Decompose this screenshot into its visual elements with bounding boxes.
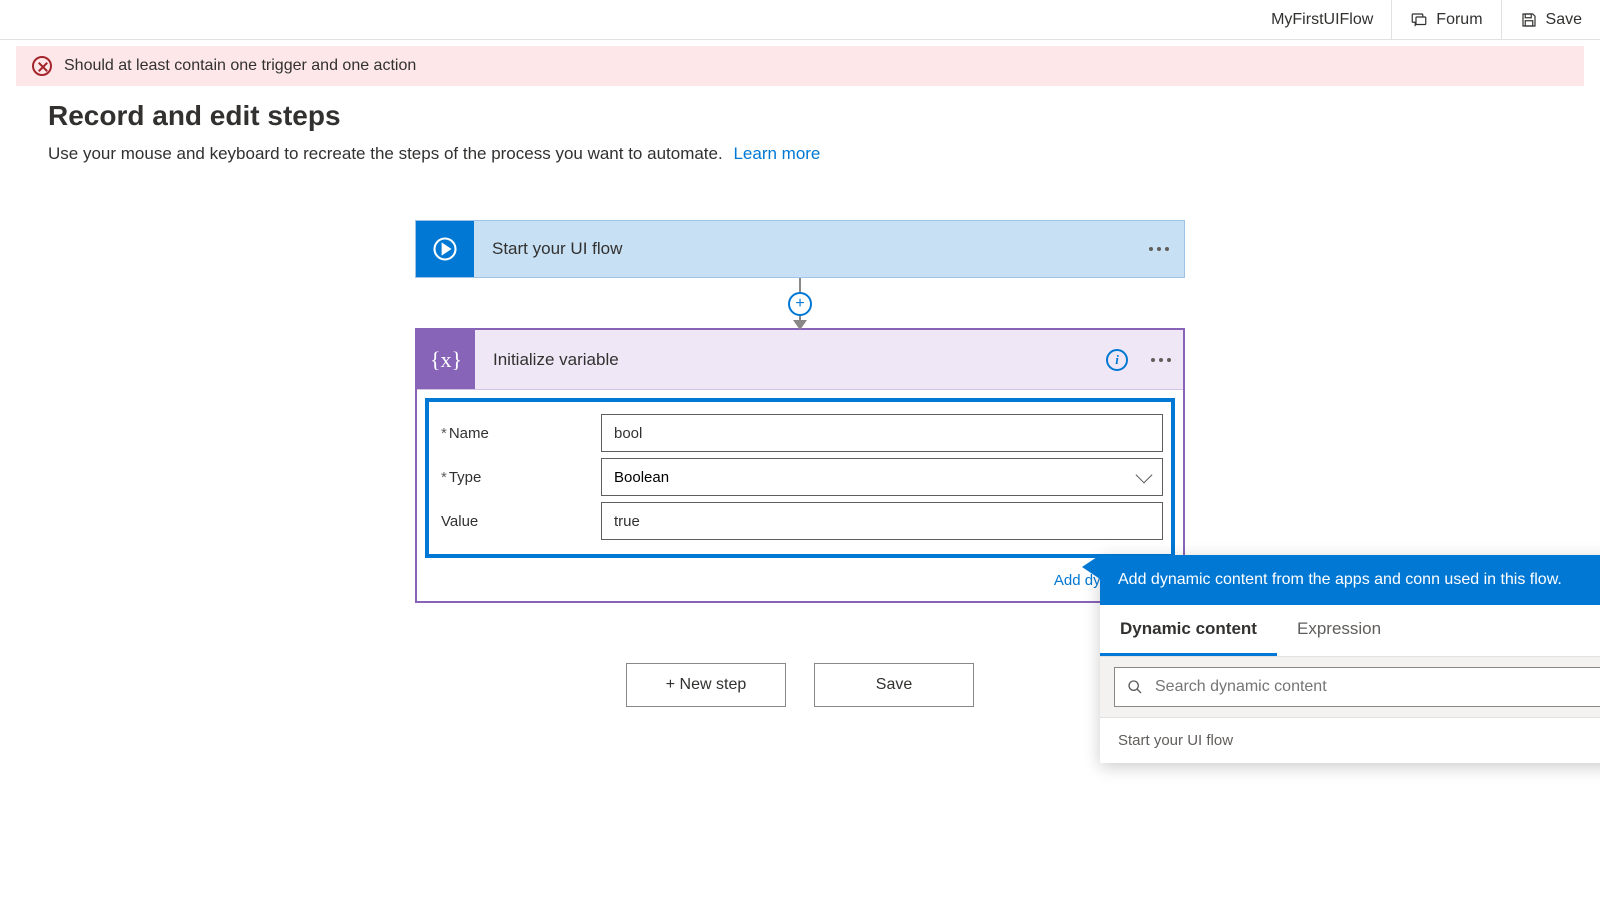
- search-icon: [1127, 679, 1143, 695]
- add-dynamic-content-row: Add dynamic con: [417, 566, 1183, 601]
- step-init-icon-box: {x}: [417, 330, 475, 389]
- info-icon: i: [1106, 349, 1128, 371]
- add-step-inline-button[interactable]: +: [788, 292, 812, 316]
- arrow-down-icon: [793, 320, 807, 330]
- more-icon: [1151, 358, 1171, 362]
- top-command-bar: MyFirstUIFlow Forum Save: [0, 0, 1600, 40]
- save-label: Save: [1546, 11, 1582, 29]
- flow-name-label[interactable]: MyFirstUIFlow: [1253, 0, 1391, 40]
- name-label: *Name: [437, 425, 587, 442]
- step-start-title: Start your UI flow: [474, 221, 1134, 277]
- validation-warning-banner: Should at least contain one trigger and …: [16, 46, 1584, 86]
- play-circle-icon: [431, 235, 459, 263]
- tab-dynamic-content[interactable]: Dynamic content: [1100, 605, 1277, 656]
- type-label: *Type: [437, 469, 587, 486]
- page-description-text: Use your mouse and keyboard to recreate …: [48, 144, 723, 163]
- step-initialize-variable: {x} Initialize variable i *Name *Type Bo…: [415, 328, 1185, 603]
- page-description: Use your mouse and keyboard to recreate …: [48, 144, 1552, 164]
- name-input[interactable]: [601, 414, 1163, 452]
- error-icon: [32, 56, 52, 76]
- param-row-value: Value: [437, 502, 1163, 540]
- page-title: Record and edit steps: [48, 100, 1552, 132]
- save-icon: [1520, 11, 1538, 29]
- step-init-header[interactable]: {x} Initialize variable i: [417, 330, 1183, 390]
- new-step-button[interactable]: + New step: [626, 663, 786, 707]
- canvas-button-row: + New step Save: [626, 663, 974, 707]
- dynamic-panel-tabs: Dynamic content Expression: [1100, 605, 1600, 657]
- forum-button[interactable]: Forum: [1391, 0, 1500, 40]
- learn-more-link[interactable]: Learn more: [733, 144, 820, 163]
- step-init-params: *Name *Type Boolean Value: [425, 398, 1175, 558]
- dynamic-search-input[interactable]: [1155, 678, 1593, 696]
- canvas-save-button[interactable]: Save: [814, 663, 974, 707]
- step-start-icon-box: [416, 221, 474, 277]
- value-label: Value: [437, 513, 587, 530]
- warning-text: Should at least contain one trigger and …: [64, 57, 416, 75]
- dynamic-panel-header: Add dynamic content from the apps and co…: [1100, 555, 1600, 605]
- variable-icon: {x}: [430, 347, 462, 373]
- param-row-type: *Type Boolean: [437, 458, 1163, 496]
- dynamic-search-box[interactable]: [1114, 667, 1600, 707]
- tab-expression[interactable]: Expression: [1277, 605, 1401, 656]
- step-info-button[interactable]: i: [1095, 330, 1139, 389]
- param-row-name: *Name: [437, 414, 1163, 452]
- step-start-ui-flow[interactable]: Start your UI flow: [415, 220, 1185, 278]
- dynamic-content-panel: Add dynamic content from the apps and co…: [1100, 555, 1600, 763]
- chevron-down-icon: [1136, 467, 1153, 484]
- more-icon: [1149, 247, 1169, 251]
- step-init-menu[interactable]: [1139, 330, 1183, 389]
- chat-icon: [1410, 11, 1428, 29]
- forum-label: Forum: [1436, 11, 1482, 29]
- callout-arrow-icon: [1082, 555, 1100, 579]
- dynamic-section-start[interactable]: Start your UI flow: [1100, 718, 1600, 763]
- page-header: Record and edit steps Use your mouse and…: [0, 86, 1600, 170]
- value-input[interactable]: [601, 502, 1163, 540]
- dynamic-search-row: [1100, 657, 1600, 718]
- type-value: Boolean: [614, 469, 669, 486]
- type-select[interactable]: Boolean: [601, 458, 1163, 496]
- save-button[interactable]: Save: [1501, 0, 1600, 40]
- step-start-menu[interactable]: [1134, 221, 1184, 277]
- step-init-title: Initialize variable: [475, 330, 1095, 389]
- connector-arrow: +: [799, 278, 801, 328]
